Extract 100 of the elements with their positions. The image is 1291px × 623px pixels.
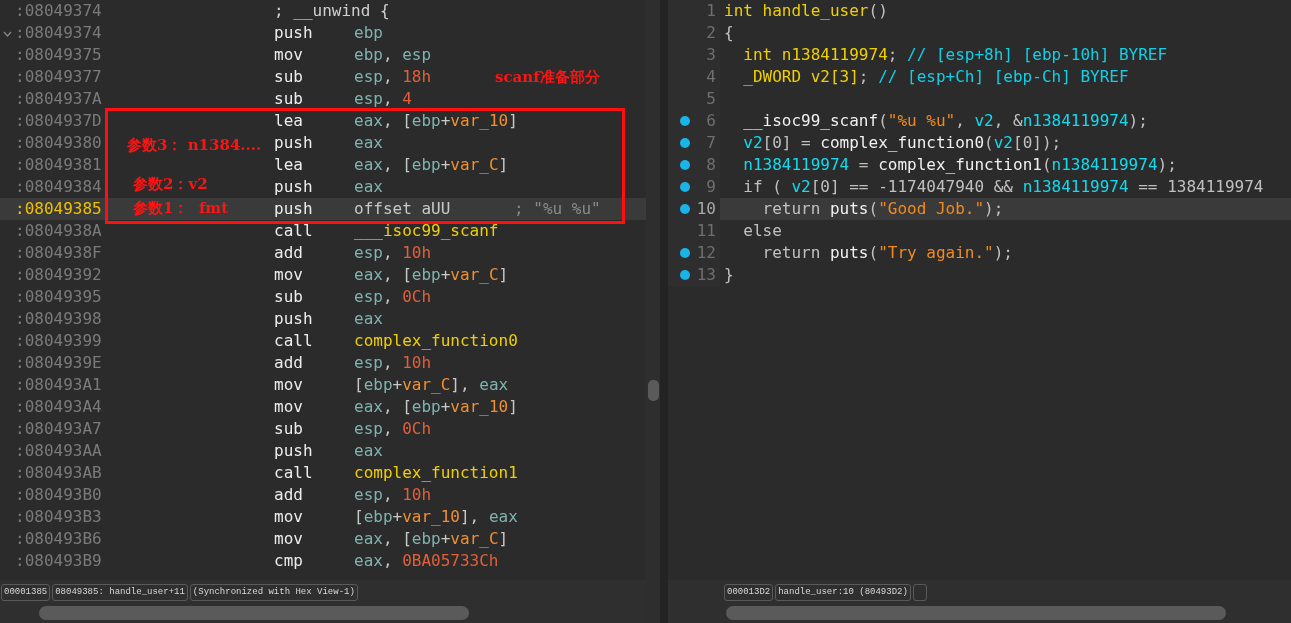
status-field: [912, 583, 927, 601]
mnemonic: sub: [274, 66, 304, 88]
breakpoint-dot[interactable]: [680, 116, 690, 126]
breakpoint-dot[interactable]: [680, 270, 690, 280]
address-label: :080493AB: [15, 463, 102, 482]
code-line: if ( v2[0] == -1174047940 && n1384119974 == 1384119974: [742, 176, 1264, 198]
status-field: handle_user:10 (80493D2): [775, 583, 911, 601]
address-label: :080493B9: [15, 551, 102, 570]
operand-text: eax: [354, 440, 384, 462]
operand-text: esp, 4: [354, 88, 413, 110]
mnemonic: push: [274, 308, 314, 330]
address-label: :080493B3: [15, 507, 102, 526]
line-number: 1: [705, 0, 716, 22]
address-label: :08049399: [15, 331, 102, 350]
mnemonic: mov: [274, 374, 304, 396]
line-number: 2: [705, 22, 716, 44]
code-line: int handle_user(): [723, 0, 888, 22]
mnemonic: push: [274, 132, 314, 154]
operand-text: eax, [ebp+var_C]: [354, 264, 510, 286]
mnemonic: sub: [274, 286, 304, 308]
address-label: :08049384: [15, 177, 102, 196]
operand-text: ebp, esp: [354, 44, 433, 66]
operand-text: esp, 10h: [354, 352, 433, 374]
operand-text: esp, 10h: [354, 242, 433, 264]
code-line: int n1384119974; // [esp+8h] [ebp-10h] BYREF: [742, 44, 1168, 66]
address-label: :08049392: [15, 265, 102, 284]
breakpoint-dot[interactable]: [680, 248, 690, 258]
mnemonic: sub: [274, 88, 304, 110]
mnemonic: mov: [274, 506, 304, 528]
mnemonic: push: [274, 22, 314, 44]
line-number: 6: [705, 110, 716, 132]
operand-text: [ebp+var_C], eax: [354, 374, 510, 396]
address-label: :0804938A: [15, 221, 102, 240]
annotation-text: 参数3： n1384....: [127, 135, 262, 156]
operand-text: offset aUU: [354, 198, 452, 220]
annotation-text: 参数2：v2: [133, 174, 208, 195]
code-line: }: [723, 264, 734, 286]
line-number: 7: [705, 132, 716, 154]
status-field: (Synchronized with Hex View-1): [189, 583, 358, 601]
status-field: 08049385: handle_user+11: [52, 583, 188, 601]
operand-text: esp, 0Ch: [354, 418, 433, 440]
scrollbar-thumb[interactable]: [648, 380, 659, 401]
mnemonic: mov: [274, 264, 304, 286]
operand-text: esp, 10h: [354, 484, 433, 506]
operand-text: eax, 0BA05733Ch: [354, 550, 500, 572]
scrollbar-thumb[interactable]: [726, 606, 1226, 620]
code-label: ; __unwind {: [274, 0, 390, 22]
breakpoint-dot[interactable]: [680, 204, 690, 214]
code-line: n1384119974 = complex_function1(n1384119974);: [742, 154, 1177, 176]
line-number: 12: [696, 242, 716, 264]
breakpoint-dot[interactable]: [680, 182, 690, 192]
breakpoint-dot[interactable]: [680, 138, 690, 148]
operand-text: eax, [ebp+var_10]: [354, 110, 518, 132]
code-line: _DWORD v2[3]; // [esp+Ch] [ebp-Ch] BYREF: [742, 66, 1129, 88]
code-line: else: [742, 220, 782, 242]
operand-text: [ebp+var_10], eax: [354, 506, 518, 528]
address-label: :08049377: [15, 67, 102, 86]
line-number: 4: [705, 66, 716, 88]
code-line: return puts("Good Job.");: [761, 198, 1004, 220]
mnemonic: push: [274, 198, 314, 220]
mnemonic: call: [274, 220, 314, 242]
operand-text: eax: [354, 308, 384, 330]
code-line: {: [723, 22, 734, 44]
chevron-icon[interactable]: [3, 31, 12, 37]
line-number: 5: [705, 88, 716, 110]
address-label: :08049395: [15, 287, 102, 306]
breakpoint-dot[interactable]: [680, 160, 690, 170]
address-label: :08049380: [15, 133, 102, 152]
mnemonic: push: [274, 440, 314, 462]
address-label: :0804937D: [15, 111, 102, 130]
operand-text: ___isoc99_scanf: [354, 220, 500, 242]
scrollbar-thumb[interactable]: [39, 606, 469, 620]
address-label: :080493AA: [15, 441, 102, 460]
address-label: :080493A4: [15, 397, 102, 416]
mnemonic: add: [274, 484, 304, 506]
address-label: :0804937A: [15, 89, 102, 108]
address-label: :08049398: [15, 309, 102, 328]
mnemonic: sub: [274, 418, 304, 440]
operand-text: eax: [354, 132, 384, 154]
mnemonic: mov: [274, 528, 304, 550]
mnemonic: add: [274, 352, 304, 374]
mnemonic: cmp: [274, 550, 304, 572]
mnemonic: call: [274, 462, 314, 484]
mnemonic: push: [274, 176, 314, 198]
address-label: :080493B6: [15, 529, 102, 548]
operand-text: eax: [354, 176, 384, 198]
operand-text: complex_function1: [354, 462, 518, 484]
code-line: v2[0] = complex_function0(v2[0]);: [742, 132, 1062, 154]
operand-text: eax, [ebp+var_C]: [354, 528, 510, 550]
operand-text: complex_function0: [354, 330, 518, 352]
address-label: :08049375: [15, 45, 102, 64]
address-label: :0804939E: [15, 353, 102, 372]
address-label: :08049374: [15, 23, 102, 42]
address-label: :08049381: [15, 155, 102, 174]
mnemonic: lea: [274, 110, 304, 132]
code-line: return puts("Try again.");: [761, 242, 1013, 264]
address-label: :080493B0: [15, 485, 102, 504]
mnemonic: lea: [274, 154, 304, 176]
line-number: 9: [705, 176, 716, 198]
address-label: :080493A1: [15, 375, 102, 394]
